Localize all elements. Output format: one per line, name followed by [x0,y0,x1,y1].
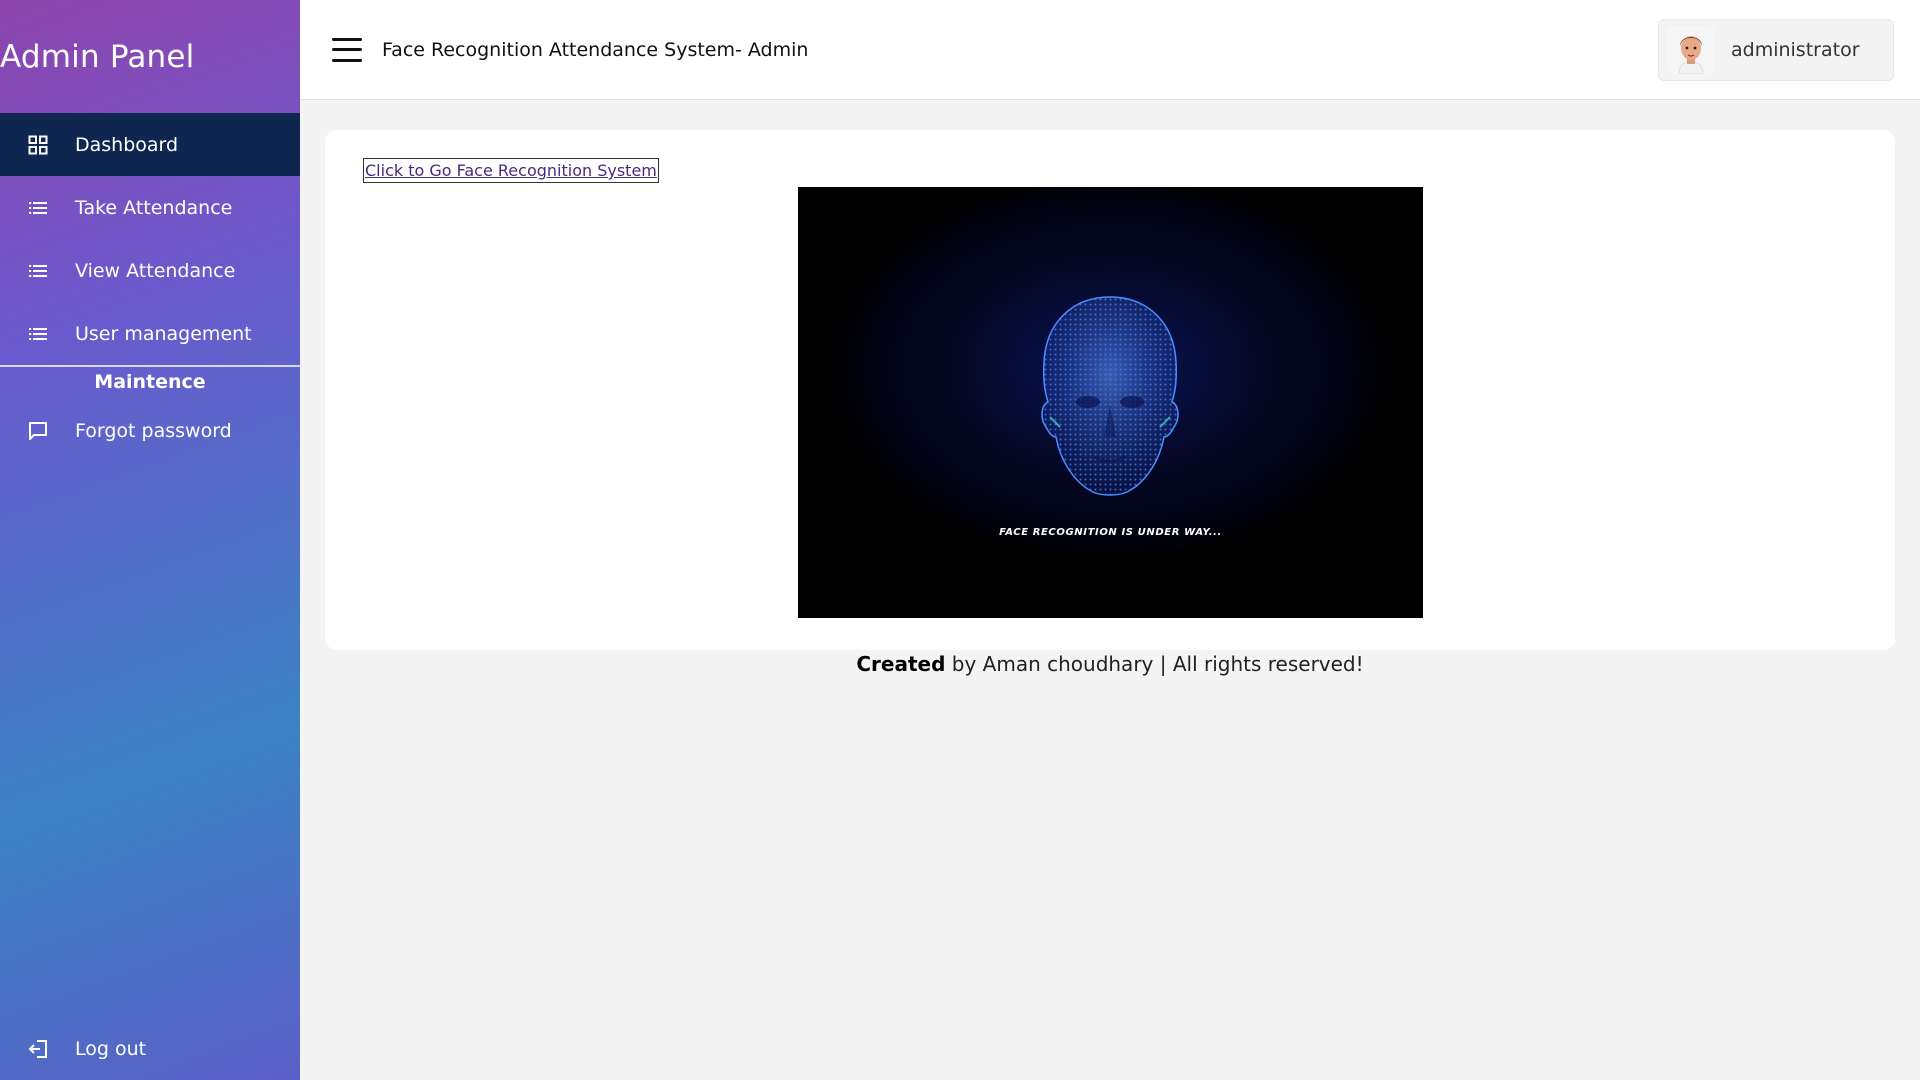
logout-button[interactable]: Log out [0,1017,300,1080]
hamburger-menu-icon[interactable] [332,37,362,62]
sidebar-item-label: Take Attendance [75,196,233,219]
sidebar-item-label: Forgot password [75,419,232,442]
face-recognition-link[interactable]: Click to Go Face Recognition System [363,158,659,183]
avatar [1667,26,1715,74]
footer: Created by Aman choudhary | All rights r… [300,652,1920,676]
footer-text: by Aman choudhary | All rights reserved! [945,652,1364,676]
content-card: Click to Go Face Recognition System FACE… [325,130,1895,650]
sidebar-item-view-attendance[interactable]: View Attendance [0,239,300,302]
sidebar-item-label: Dashboard [75,133,179,156]
sidebar-item-user-management[interactable]: User management [0,302,300,365]
page-title: Face Recognition Attendance System- Admi… [382,38,809,61]
logout-label: Log out [75,1037,147,1060]
user-menu[interactable]: administrator [1658,19,1894,81]
list-icon [0,264,75,278]
sidebar-item-dashboard[interactable]: Dashboard [0,113,300,176]
brand-title: Admin Panel [0,38,195,75]
sidebar-item-label: User management [75,322,252,345]
list-icon [0,201,75,215]
list-icon [0,327,75,341]
sidebar-item-label: View Attendance [75,259,236,282]
face-recognition-video[interactable]: FACE RECOGNITION IS UNDER WAY... [798,187,1423,618]
top-header: Face Recognition Attendance System- Admi… [300,0,1920,100]
footer-bold: Created [856,652,946,676]
sidebar: Admin Panel Dashboard Take Attendance Vi… [0,0,300,1080]
sidebar-item-forgot-password[interactable]: Forgot password [0,399,300,462]
face-scan-image [798,187,1423,618]
sidebar-item-take-attendance[interactable]: Take Attendance [0,176,300,239]
logout-icon [0,1039,75,1059]
section-title-maintenance: Maintence [94,371,206,393]
grid-icon [0,135,75,155]
message-icon [0,421,75,441]
video-caption: FACE RECOGNITION IS UNDER WAY... [999,527,1222,538]
user-name: administrator [1731,39,1860,61]
